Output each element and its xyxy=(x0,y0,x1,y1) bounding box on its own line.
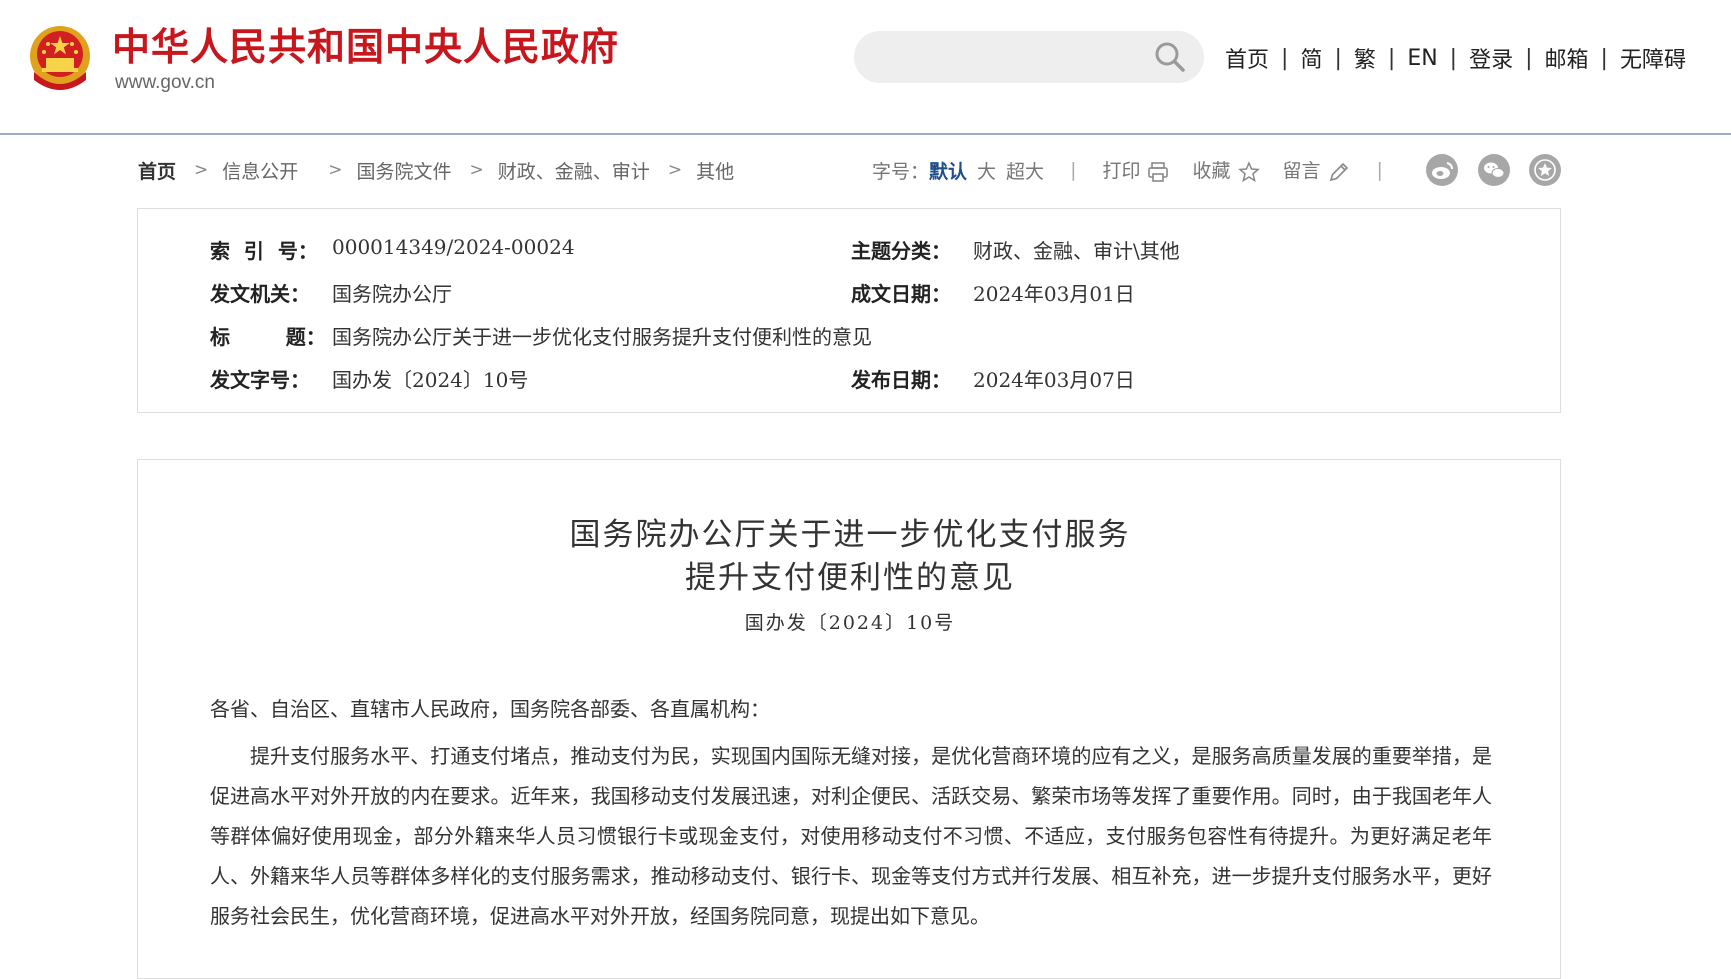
issuer-value: 国务院办公厅 xyxy=(332,282,452,306)
pencil-icon xyxy=(1329,162,1348,182)
document-metadata: 索 引 号： 000014349/2024-00024 主题分类： 财政、金融、… xyxy=(137,208,1561,413)
site-url[interactable]: www.gov.cn xyxy=(115,72,215,94)
weibo-share-icon[interactable] xyxy=(1426,154,1458,186)
doc-no-label: 发文字号： xyxy=(210,368,310,392)
font-size-xlarge[interactable]: 超大 xyxy=(1006,157,1044,184)
nav-accessibility[interactable]: 无障碍 xyxy=(1620,42,1686,74)
published-date-value: 2024年03月07日 xyxy=(973,368,1135,392)
chevron-right-icon: > xyxy=(469,160,484,180)
site-title[interactable]: 中华人民共和国中央人民政府 xyxy=(112,22,619,72)
index-no-label: 索 引 号： xyxy=(210,239,318,263)
breadcrumb-state-council-docs[interactable]: 国务院文件 xyxy=(357,157,452,184)
breadcrumb-info-public[interactable]: 信息公开 xyxy=(222,157,298,184)
star-outline-icon xyxy=(1237,161,1260,183)
article-title-line1: 国务院办公厅关于进一步优化支付服务 xyxy=(569,517,1131,553)
favorite-button[interactable]: 收藏 xyxy=(1192,156,1260,184)
article-body: 国务院办公厅关于进一步优化支付服务 提升支付便利性的意见 国办发〔2024〕10… xyxy=(137,459,1561,979)
comment-label: 留言 xyxy=(1282,160,1321,182)
article-tools: 字号： 默认 大 超大 | 打印 收藏 留言 | xyxy=(872,156,1409,184)
nav-mail[interactable]: 邮箱 xyxy=(1545,42,1589,74)
chevron-right-icon: > xyxy=(194,160,209,180)
tools-separator: | xyxy=(1376,159,1383,181)
nav-separator: | xyxy=(1334,45,1342,71)
favorite-share-icon[interactable] xyxy=(1529,154,1561,186)
printer-icon xyxy=(1148,162,1169,182)
nav-login[interactable]: 登录 xyxy=(1469,42,1513,74)
chevron-right-icon: > xyxy=(328,160,343,180)
print-label: 打印 xyxy=(1102,160,1141,182)
tools-separator: | xyxy=(1070,159,1077,181)
national-emblem-icon[interactable] xyxy=(26,22,94,94)
breadcrumb: 首页 > 信息公开 > 国务院文件 > 财政、金融、审计 > 其他 xyxy=(138,156,734,184)
created-date-label: 成文日期： xyxy=(851,282,951,306)
search-input[interactable] xyxy=(854,31,1204,83)
nav-home[interactable]: 首页 xyxy=(1225,42,1269,74)
article-paragraph: 提升支付服务水平、打通支付堵点，推动支付为民，实现国内国际无缝对接，是优化营商环… xyxy=(210,744,1492,928)
font-size-label: 字号： xyxy=(872,160,930,183)
nav-separator: | xyxy=(1281,45,1289,71)
title-label: 标 题： xyxy=(210,325,326,349)
nav-traditional[interactable]: 繁 xyxy=(1354,42,1376,74)
search-icon[interactable] xyxy=(1153,40,1187,74)
nav-separator: | xyxy=(1600,45,1608,71)
breadcrumb-finance[interactable]: 财政、金融、审计 xyxy=(498,157,650,184)
index-no-value: 000014349/2024-00024 xyxy=(332,235,575,259)
nav-english[interactable]: EN xyxy=(1407,46,1437,71)
article-doc-number: 国办发〔2024〕10号 xyxy=(744,612,956,634)
favorite-label: 收藏 xyxy=(1192,160,1231,182)
wechat-share-icon[interactable] xyxy=(1478,154,1510,186)
topic-value: 财政、金融、审计\其他 xyxy=(973,239,1180,263)
article-greeting: 各省、自治区、直辖市人民政府，国务院各部委、各直属机构： xyxy=(210,697,770,721)
title-value: 国务院办公厅关于进一步优化支付服务提升支付便利性的意见 xyxy=(332,325,872,349)
font-size-default[interactable]: 默认 xyxy=(929,157,967,184)
issuer-label: 发文机关： xyxy=(210,282,310,306)
breadcrumb-other[interactable]: 其他 xyxy=(696,157,734,184)
print-button[interactable]: 打印 xyxy=(1102,156,1170,184)
nav-simplified[interactable]: 简 xyxy=(1300,42,1322,74)
nav-separator: | xyxy=(1449,45,1458,71)
comment-button[interactable]: 留言 xyxy=(1283,156,1351,184)
site-header: 中华人民共和国中央人民政府 www.gov.cn 首页 | 简 | 繁 | EN… xyxy=(0,0,1731,135)
doc-no-value: 国办发〔2024〕10号 xyxy=(332,368,529,392)
chevron-right-icon: > xyxy=(667,160,683,180)
top-nav: 首页 | 简 | 繁 | EN | 登录 | 邮箱 | 无障碍 xyxy=(1225,40,1686,76)
created-date-value: 2024年03月01日 xyxy=(973,282,1135,306)
published-date-label: 发布日期： xyxy=(851,368,951,392)
topic-label: 主题分类： xyxy=(851,239,951,263)
nav-separator: | xyxy=(1387,45,1396,71)
nav-separator: | xyxy=(1525,45,1533,71)
font-size-large[interactable]: 大 xyxy=(977,157,996,184)
breadcrumb-home[interactable]: 首页 xyxy=(138,157,176,184)
article-title-line2: 提升支付便利性的意见 xyxy=(685,560,1015,596)
